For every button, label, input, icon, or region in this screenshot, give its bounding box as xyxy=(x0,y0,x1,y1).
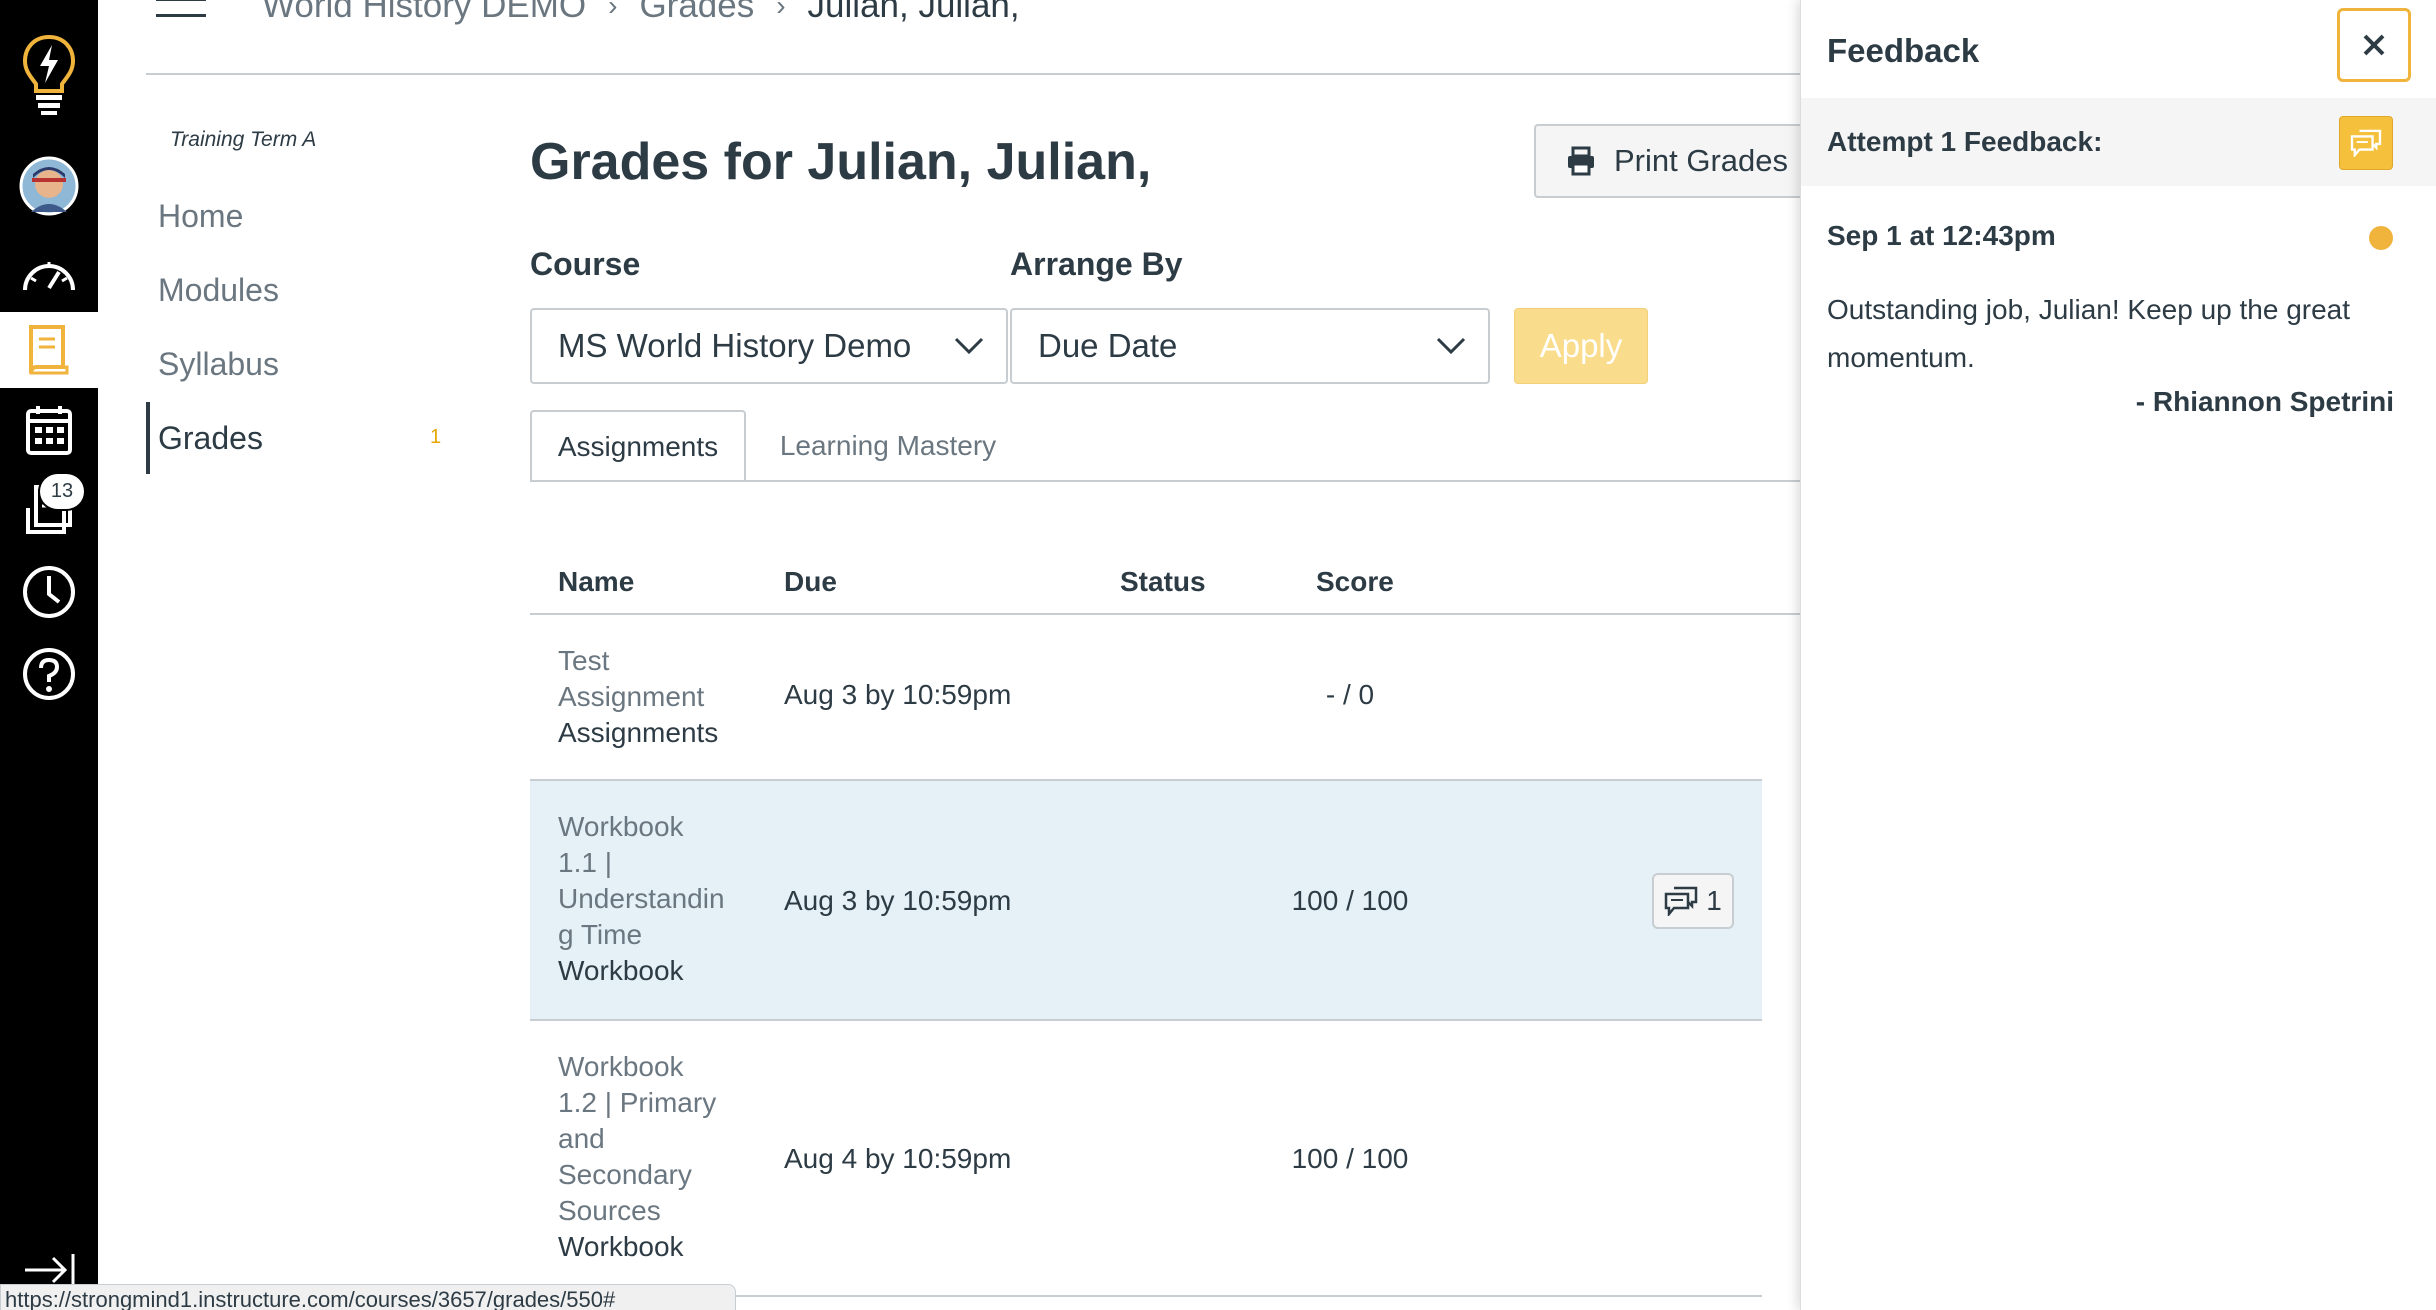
page-title: Grades for Julian, Julian, xyxy=(530,133,1152,191)
tab-learning-mastery[interactable]: Learning Mastery xyxy=(760,410,1016,482)
feedback-tray: Feedback Attempt 1 Feedback: Sep 1 at 12… xyxy=(1800,0,2436,1310)
print-grades-button[interactable]: Print Grades xyxy=(1534,124,1814,198)
assignment-name-line: Test xyxy=(558,645,610,676)
print-grades-label: Print Grades xyxy=(1614,143,1789,178)
table-row: Test Assignment Assignments Aug 3 by 10:… xyxy=(530,615,1762,781)
courses-icon[interactable] xyxy=(0,312,98,388)
hamburger-menu-icon[interactable] xyxy=(156,0,206,24)
assignment-group: Workbook xyxy=(558,955,684,986)
assignment-group: Workbook xyxy=(558,1231,684,1262)
history-icon[interactable] xyxy=(0,554,98,630)
header-divider xyxy=(146,73,1800,75)
assignment-name-line: and xyxy=(558,1123,605,1154)
help-icon[interactable] xyxy=(0,636,98,712)
assignment-name: Workbook 1.2 | Primary and Secondary Sou… xyxy=(558,1049,728,1265)
chevron-down-icon xyxy=(1436,337,1466,355)
course-nav-grades[interactable]: Grades xyxy=(158,420,263,457)
dashboard-icon[interactable] xyxy=(0,236,98,312)
account-avatar[interactable] xyxy=(0,148,98,224)
assignment-name-line: Assignment xyxy=(558,681,705,712)
arrange-by-select[interactable]: Due Date xyxy=(1010,308,1490,384)
feedback-tray-title: Feedback xyxy=(1827,32,1980,69)
breadcrumb-current: Julian, Julian, xyxy=(807,0,1020,25)
lightbulb-logo-icon[interactable] xyxy=(0,30,98,120)
table-row: Workbook 1.2 | Primary and Secondary Sou… xyxy=(530,1021,1762,1297)
course-nav-syllabus[interactable]: Syllabus xyxy=(158,346,279,383)
course-nav-modules[interactable]: Modules xyxy=(158,272,279,309)
assignment-name: Test Assignment Assignments xyxy=(558,643,728,751)
attempt-header: Attempt 1 Feedback: xyxy=(1801,98,2436,186)
assignment-name-line: 1.2 | Primary xyxy=(558,1087,717,1118)
comment-date: Sep 1 at 12:43pm xyxy=(1827,220,2056,251)
score: 100 / 100 xyxy=(1291,1143,1409,1174)
due-date: Aug 3 by 10:59pm xyxy=(784,885,1012,916)
assignment-name-line: Workbook xyxy=(558,1051,684,1082)
assignment-name-line: Sources xyxy=(558,1195,661,1226)
course-select[interactable]: MS World History Demo xyxy=(530,308,1008,384)
column-header-status[interactable]: Status xyxy=(1120,566,1206,598)
chevron-down-icon xyxy=(954,337,984,355)
comments-icon xyxy=(2350,129,2382,157)
global-navigation: 13 xyxy=(0,0,98,1310)
course-select-value: MS World History Demo xyxy=(558,327,912,364)
comments-button[interactable]: 1 xyxy=(1652,873,1734,929)
breadcrumb-course-link[interactable]: World History DEMO xyxy=(262,0,586,26)
assignment-name: Workbook 1.1 | Understandin g Time Workb… xyxy=(558,809,728,989)
arrange-by-label: Arrange By xyxy=(1010,246,1183,282)
tab-assignments[interactable]: Assignments xyxy=(530,410,746,482)
course-nav-home[interactable]: Home xyxy=(158,198,243,235)
link-status-bar: https://strongmind1.instructure.com/cour… xyxy=(0,1284,736,1310)
assignment-link[interactable]: Workbook 1.1 | Understandin g Time xyxy=(558,809,728,953)
calendar-icon[interactable] xyxy=(0,392,98,468)
arrange-by-value: Due Date xyxy=(1038,327,1178,364)
inbox-unread-badge: 13 xyxy=(40,474,84,509)
assignment-name-line: Secondary xyxy=(558,1159,692,1190)
comments-icon xyxy=(1664,886,1698,916)
attempt-feedback-label: Attempt 1 Feedback: xyxy=(1827,126,2103,157)
attempt-comments-button[interactable] xyxy=(2339,116,2393,170)
printer-icon xyxy=(1568,146,1594,176)
comments-count: 1 xyxy=(1706,885,1722,916)
comment-text: Outstanding job, Julian! Keep up the gre… xyxy=(1827,294,2351,373)
active-nav-indicator xyxy=(146,402,150,474)
assignment-name-line: g Time xyxy=(558,919,643,950)
assignment-link[interactable]: Test Assignment xyxy=(558,643,728,715)
table-row: Workbook 1.1 | Understandin g Time Workb… xyxy=(530,781,1762,1021)
grades-count-badge: 1 xyxy=(430,426,442,448)
score: - / 0 xyxy=(1325,679,1375,710)
close-icon xyxy=(2363,34,2385,56)
breadcrumb-grades-link[interactable]: Grades xyxy=(639,0,754,26)
assignment-name-line: Understandin xyxy=(558,883,725,914)
course-select-label: Course xyxy=(530,246,641,282)
chevron-right-icon: › xyxy=(608,0,618,21)
tab-divider xyxy=(530,480,1800,482)
assignment-name-line: 1.1 | xyxy=(558,847,612,878)
breadcrumb: World History DEMO › Grades › Julian, Ju… xyxy=(262,0,1020,26)
assignment-group: Assignments xyxy=(558,717,719,748)
score: 100 / 100 xyxy=(1291,885,1409,916)
unread-indicator xyxy=(2369,226,2393,250)
column-header-score[interactable]: Score xyxy=(1316,566,1394,598)
column-header-due[interactable]: Due xyxy=(784,566,837,598)
due-date: Aug 3 by 10:59pm xyxy=(784,679,1012,710)
chevron-right-icon: › xyxy=(776,0,786,21)
apply-button[interactable]: Apply xyxy=(1514,308,1648,384)
close-feedback-button[interactable] xyxy=(2337,8,2411,82)
comment-author: - Rhiannon Spetrini xyxy=(2135,386,2394,417)
column-header-name[interactable]: Name xyxy=(558,566,634,598)
assignment-link[interactable]: Workbook 1.2 | Primary and Secondary Sou… xyxy=(558,1049,728,1229)
due-date: Aug 4 by 10:59pm xyxy=(784,1143,1012,1174)
term-label: Training Term A xyxy=(170,128,317,151)
assignment-name-line: Workbook xyxy=(558,811,684,842)
